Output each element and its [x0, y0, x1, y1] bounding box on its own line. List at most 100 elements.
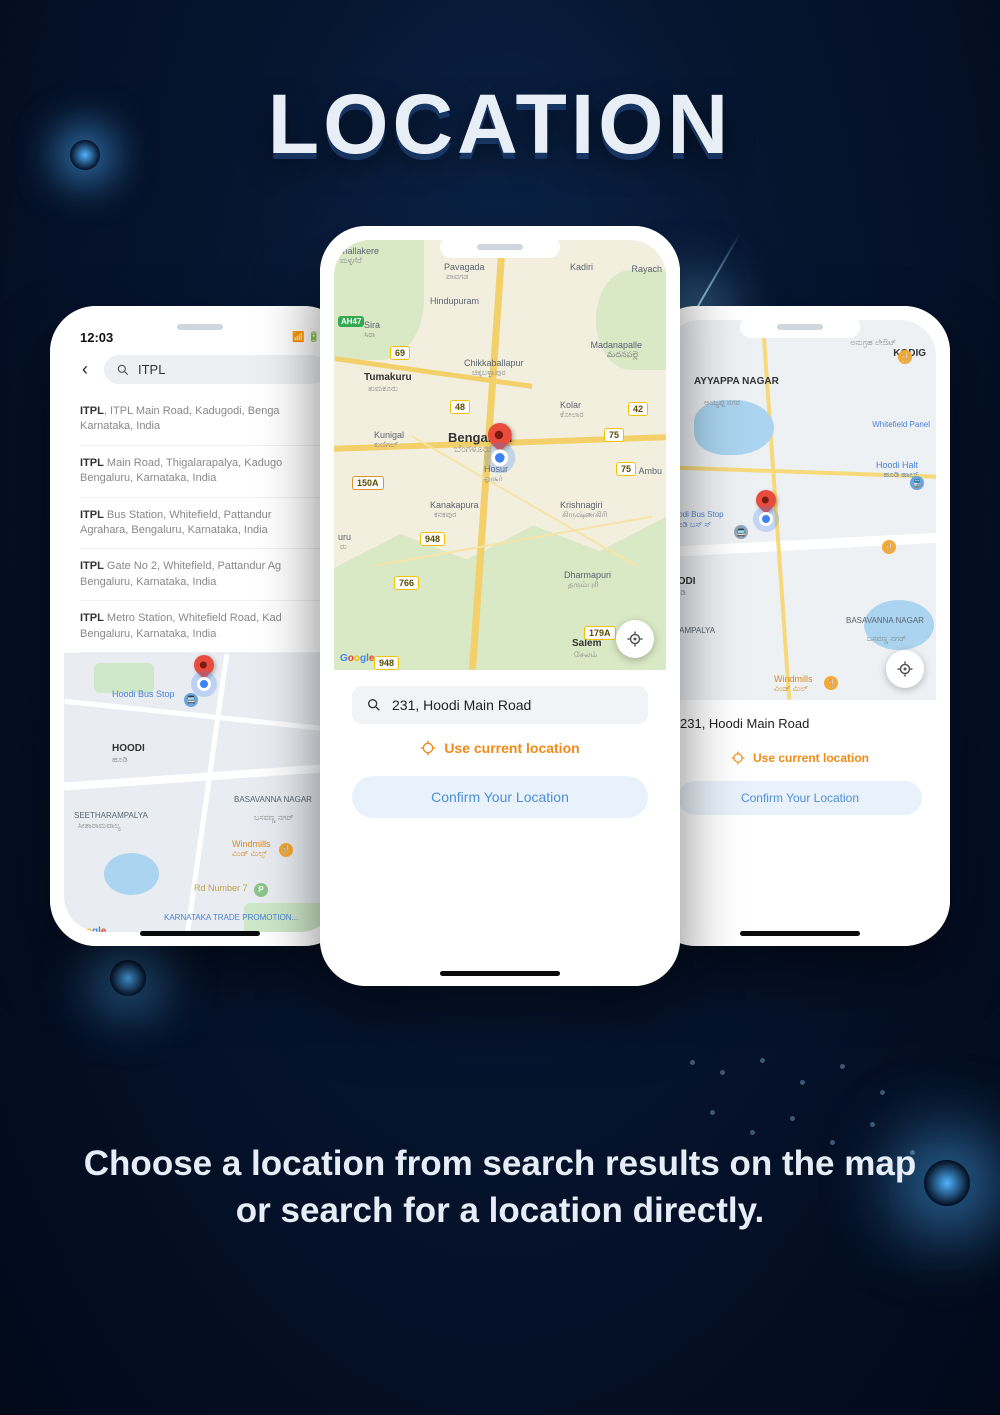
map-label: BASAVANNA NAGAR: [846, 616, 916, 625]
road-shield: 179A: [584, 626, 616, 640]
bus-icon: 🚍: [734, 525, 748, 539]
map-label: Hindupuram: [430, 296, 479, 306]
list-item[interactable]: ITPL Main Road, Thigalarapalya, KadugoBe…: [80, 446, 320, 498]
list-item[interactable]: ITPL Bus Station, Whitefield, PattandurA…: [80, 498, 320, 550]
map-pin-icon: [756, 490, 778, 520]
map-label: ಪಾವಗಡ: [446, 272, 469, 282]
address-field[interactable]: 231, Hoodi Main Road: [352, 686, 648, 724]
search-input[interactable]: ITPL: [104, 355, 326, 384]
map-label: ಸೀತಾರಾಮಪಾಲ್ಯ: [78, 821, 121, 831]
road-shield: 75: [616, 462, 636, 476]
road-shield: AH47: [338, 316, 364, 327]
map-label: ಬೆಂಗಳೂರು: [454, 444, 491, 455]
search-icon: [366, 697, 382, 713]
map-view[interactable]: Hoodi Bus Stop 🚍 HOODI ಹೂಡಿ SEETHARAMPAL…: [64, 653, 336, 932]
bus-icon: 🚍: [184, 693, 198, 707]
locate-me-button[interactable]: [616, 620, 654, 658]
map-label: ಮಳ್ಳಗೆರೆ: [340, 256, 362, 266]
back-button[interactable]: ‹: [74, 359, 96, 381]
poi-icon: 🍴: [279, 843, 293, 857]
map-label: AYYAPPA NAGAR: [694, 376, 764, 387]
map-label: Windmills: [774, 674, 813, 684]
map-label: ಹೂಡಿ: [112, 755, 128, 765]
list-item[interactable]: ITPL Metro Station, Whitefield Road, Kad…: [80, 601, 320, 653]
map-label: ಕೋಲಾರ: [560, 410, 584, 420]
train-icon: 🚆: [910, 476, 924, 490]
map-label: Chikkaballapur: [464, 358, 524, 368]
map-label: Whitefield Panel: [872, 420, 930, 429]
map-label: Hoodi Bus Stop: [112, 689, 175, 699]
phone-right: KODIG ಅನುಗ್ರಹ ಲೇಔಟ್ 🍴 AYYAPPA NAGAR ಅಯ್ಯ…: [650, 306, 950, 946]
map-label: Kanakapura: [430, 500, 479, 510]
list-item[interactable]: ITPL Gate No 2, Whitefield, Pattandur Ag…: [80, 549, 320, 601]
map-label: ಕುಣಿಗಲ್: [374, 440, 398, 450]
address-field[interactable]: 231, Hoodi Main Road: [678, 712, 922, 741]
map-label: Kunigal: [374, 430, 404, 440]
confirm-location-button[interactable]: Confirm Your Location: [678, 781, 922, 815]
map-label: Windmills: [232, 839, 271, 849]
map-label: Dharmapuri: [564, 570, 611, 580]
map-label: SEETHARAMPALYA: [74, 811, 148, 820]
road-shield: 75: [604, 428, 624, 442]
phone-stage: 12:03 📶 🔋 ‹ ITPL ITPL, ITPL Main Road, K…: [60, 226, 940, 996]
map-view[interactable]: KODIG ಅನುಗ್ರಹ ಲೇಔಟ್ 🍴 AYYAPPA NAGAR ಅಯ್ಯ…: [664, 320, 936, 700]
phone-left: 12:03 📶 🔋 ‹ ITPL ITPL, ITPL Main Road, K…: [50, 306, 350, 946]
map-label: ஓசூர்: [484, 474, 503, 484]
page-title: LOCATION: [0, 76, 1000, 173]
map-label: கிருஷ்ணகிரி: [562, 510, 607, 520]
map-label: uru: [338, 532, 351, 542]
map-view[interactable]: mallakere ಮಳ್ಳಗೆರೆ Pavagada ಪಾವಗಡ Kadiri…: [334, 240, 666, 670]
use-current-label: Use current location: [753, 751, 869, 765]
map-label: ವಿಂಡ್ ಮಿಲ್: [774, 684, 808, 694]
map-label: Pavagada: [444, 262, 485, 272]
map-label: ಬಸವಣ್ಣ ನಗರ್: [254, 813, 293, 823]
map-label: HOODI: [112, 743, 145, 754]
status-time: 12:03: [80, 330, 113, 345]
search-value: ITPL: [138, 362, 165, 377]
crosshair-icon: [626, 630, 644, 648]
target-icon: [420, 740, 436, 756]
google-logo: Google: [340, 653, 374, 664]
target-icon: [731, 751, 745, 765]
map-label: Kadiri: [570, 262, 593, 272]
map-label: Tumakuru: [364, 372, 412, 383]
use-current-location-button[interactable]: Use current location: [678, 741, 922, 773]
crosshair-icon: [896, 660, 914, 678]
poi-icon: P: [254, 883, 268, 897]
search-icon: [116, 363, 130, 377]
map-label: ಅನುಗ್ರಹ ಲೇಔಟ್: [850, 338, 896, 348]
map-label: ತುಮಕೂರು: [368, 384, 398, 394]
map-label: KARNATAKA TRADE PROMOTION...: [164, 913, 298, 922]
road-shield: 766: [394, 576, 419, 590]
map-label: Rd Number 7: [194, 883, 248, 893]
poi-icon: 🍴: [824, 676, 838, 690]
map-label: Krishnagiri: [560, 500, 603, 510]
phone-center: mallakere ಮಳ್ಳಗೆರೆ Pavagada ಪಾವಗಡ Kadiri…: [320, 226, 680, 986]
list-item[interactable]: ITPL, ITPL Main Road, Kadugodi, BengaKar…: [80, 394, 320, 446]
road-shield: 150A: [352, 476, 384, 490]
map-label: Rayach: [631, 264, 662, 274]
caption-text: Choose a location from search results on…: [0, 1140, 1000, 1235]
use-current-label: Use current location: [444, 740, 579, 756]
map-label: ಬಸವಣ್ಣ ನಗರ್: [867, 634, 906, 644]
map-label: మదనపల్లె: [607, 350, 638, 361]
use-current-location-button[interactable]: Use current location: [352, 724, 648, 768]
road-shield: 42: [628, 402, 648, 416]
map-label: ಅಯ್ಯಪ್ಪ ನಗರ: [704, 398, 740, 408]
map-label: mallakere: [340, 246, 379, 256]
map-label: Sira: [364, 320, 380, 330]
address-value: 231, Hoodi Main Road: [392, 697, 531, 713]
map-label: ಸಿರಾ: [364, 330, 375, 340]
locate-me-button[interactable]: [886, 650, 924, 688]
poi-icon: 🍴: [882, 540, 896, 554]
map-label: Kolar: [560, 400, 581, 410]
confirm-location-button[interactable]: Confirm Your Location: [352, 776, 648, 818]
map-pin-icon: [488, 423, 514, 459]
map-label: BASAVANNA NAGAR: [234, 795, 304, 804]
map-label: ಚಿಕ್ಕಬಳ್ಳಾಪುರ: [472, 368, 506, 378]
road-shield: 948: [420, 532, 445, 546]
search-results: ITPL, ITPL Main Road, Kadugodi, BengaKar…: [64, 394, 336, 653]
google-logo: Google: [72, 926, 106, 932]
road-shield: 948: [374, 656, 399, 670]
map-label: Madanapalle: [590, 340, 642, 350]
